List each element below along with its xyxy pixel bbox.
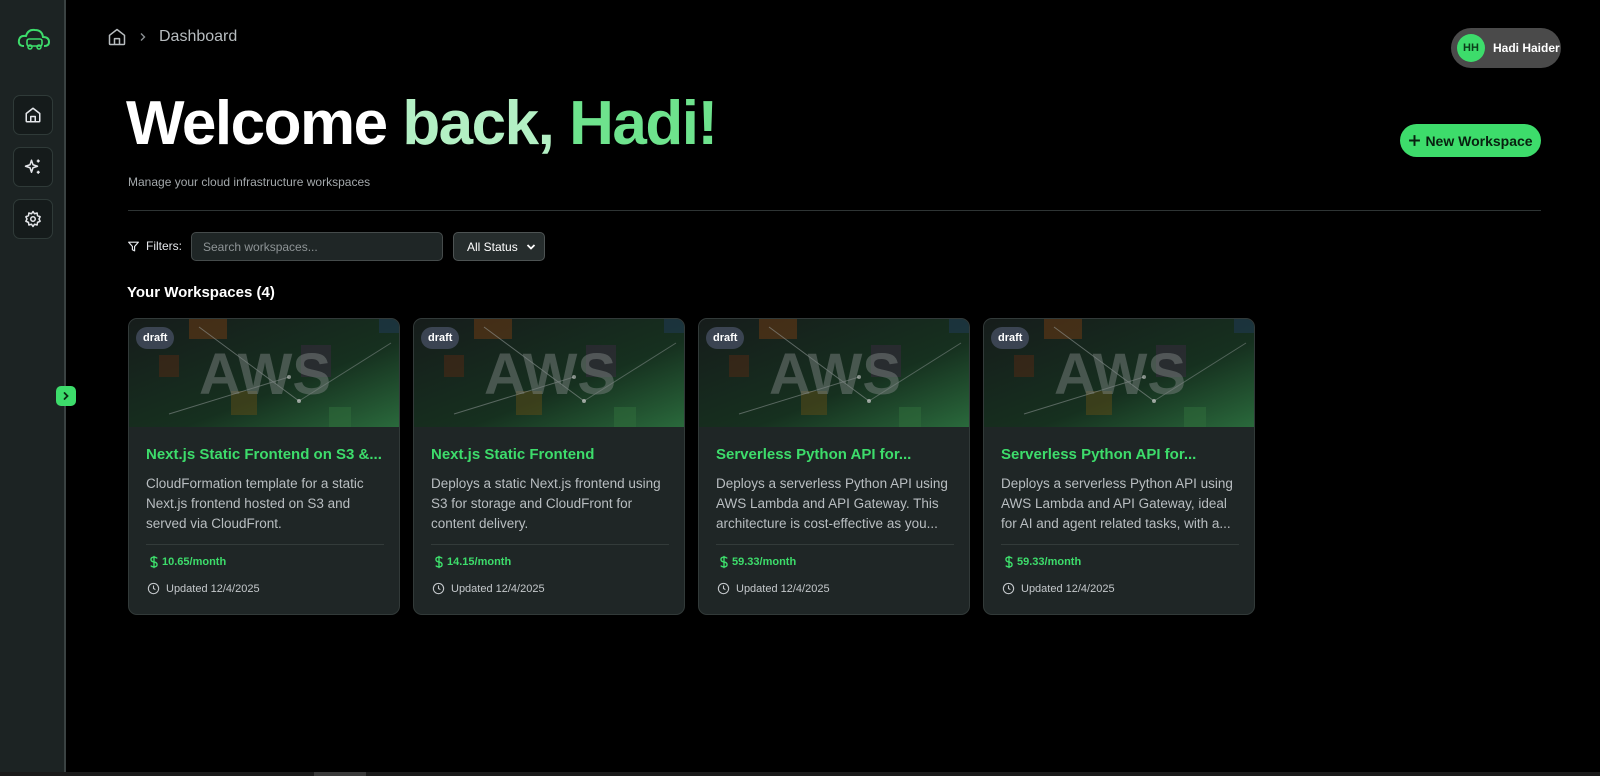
avatar: HH — [1457, 34, 1485, 62]
price-value: 59.33/month — [732, 556, 797, 568]
sidebar-item-home[interactable] — [13, 95, 53, 135]
sidebar-item-ai[interactable] — [13, 147, 53, 187]
workspaces-title: Your Workspaces (4) — [127, 284, 275, 301]
clock-icon — [1002, 582, 1015, 595]
aws-text: AWS — [1054, 342, 1186, 407]
new-workspace-button[interactable]: New Workspace — [1400, 124, 1541, 157]
workspace-card[interactable]: AWS draft Next.js Static Frontend on S3 &.… — [128, 318, 400, 615]
divider — [1001, 544, 1239, 545]
chevron-right-icon — [63, 392, 69, 400]
sidebar — [0, 0, 66, 772]
workspace-title[interactable]: Next.js Static Frontend — [431, 446, 671, 463]
dollar-icon — [720, 555, 728, 569]
filters-bar: Filters: — [127, 231, 182, 261]
divider — [128, 210, 1541, 211]
workspace-title[interactable]: Serverless Python API for... — [716, 446, 956, 463]
price-value: 14.15/month — [447, 556, 512, 568]
status-select[interactable]: All Status — [453, 232, 545, 261]
user-menu[interactable]: HH Hadi Haider — [1451, 28, 1561, 68]
status-badge: draft — [421, 327, 460, 349]
breadcrumb: Dashboard — [107, 27, 237, 47]
workspace-description: Deploys a serverless Python API using AW… — [716, 476, 948, 531]
price-value: 10.65/month — [162, 556, 227, 568]
filters-label: Filters: — [146, 239, 182, 253]
clock-icon — [147, 582, 160, 595]
dollar-icon — [435, 555, 443, 569]
cloud-car-logo[interactable] — [16, 26, 52, 52]
status-select-value: All Status — [467, 239, 518, 254]
workspace-description: CloudFormation template for a static Nex… — [146, 476, 364, 531]
new-workspace-label: New Workspace — [1425, 132, 1533, 149]
workspace-updated: Updated 12/4/2025 — [1002, 582, 1115, 595]
sidebar-expand-button[interactable] — [56, 386, 76, 406]
workspace-description: Deploys a static Next.js frontend using … — [431, 476, 661, 531]
workspace-price: 14.15/month — [433, 555, 511, 569]
updated-text: Updated 12/4/2025 — [1021, 582, 1115, 595]
workspace-price: 59.33/month — [718, 555, 796, 569]
dollar-icon — [150, 555, 158, 569]
chevron-down-icon — [526, 243, 535, 250]
welcome-name: Hadi! — [569, 89, 718, 158]
updated-text: Updated 12/4/2025 — [736, 582, 830, 595]
page-subtitle: Manage your cloud infrastructure workspa… — [128, 175, 371, 189]
workspace-card[interactable]: AWS draft Next.js Static Frontend Deploys a… — [413, 318, 685, 615]
updated-text: Updated 12/4/2025 — [451, 582, 545, 595]
workspace-price: 59.33/month — [1003, 555, 1081, 569]
horizontal-scrollbar[interactable] — [0, 772, 1600, 776]
clock-icon — [717, 582, 730, 595]
home-icon — [25, 107, 41, 123]
price-value: 59.33/month — [1017, 556, 1082, 568]
sparkles-icon — [24, 159, 40, 174]
workspace-description: Deploys a serverless Python API using AW… — [1001, 476, 1233, 531]
breadcrumb-current: Dashboard — [159, 28, 238, 45]
dollar-icon — [1005, 555, 1013, 569]
workspace-updated: Updated 12/4/2025 — [147, 582, 260, 595]
divider — [431, 544, 669, 545]
aws-text: AWS — [769, 342, 901, 407]
home-icon[interactable] — [107, 27, 127, 47]
chevron-right-icon — [140, 33, 146, 41]
divider — [146, 544, 384, 545]
clock-icon — [432, 582, 445, 595]
welcome-word: Welcome — [126, 89, 388, 158]
workspace-card[interactable]: AWS draft Serverless Python API for... Depl… — [698, 318, 970, 615]
gear-icon — [25, 210, 41, 228]
workspace-title[interactable]: Next.js Static Frontend on S3 &... — [146, 446, 386, 463]
workspace-updated: Updated 12/4/2025 — [432, 582, 545, 595]
workspace-price: 10.65/month — [148, 555, 226, 569]
divider — [716, 544, 954, 545]
scrollbar-thumb[interactable] — [314, 772, 366, 776]
workspace-updated: Updated 12/4/2025 — [717, 582, 830, 595]
filter-icon — [128, 241, 139, 251]
status-badge: draft — [136, 327, 175, 349]
page-title: Welcome back, Hadi! — [126, 88, 718, 160]
aws-text: AWS — [484, 342, 616, 407]
updated-text: Updated 12/4/2025 — [166, 582, 260, 595]
plus-icon — [1409, 135, 1421, 146]
workspace-card[interactable]: AWS draft Serverless Python API for... Depl… — [983, 318, 1255, 615]
status-badge: draft — [706, 327, 745, 349]
welcome-back-word: back, — [402, 89, 555, 158]
workspace-title[interactable]: Serverless Python API for... — [1001, 446, 1241, 463]
status-badge: draft — [991, 327, 1030, 349]
search-input[interactable] — [191, 232, 443, 261]
sidebar-item-settings[interactable] — [13, 199, 53, 239]
aws-text: AWS — [199, 342, 331, 407]
user-name: Hadi Haider — [1493, 41, 1560, 55]
